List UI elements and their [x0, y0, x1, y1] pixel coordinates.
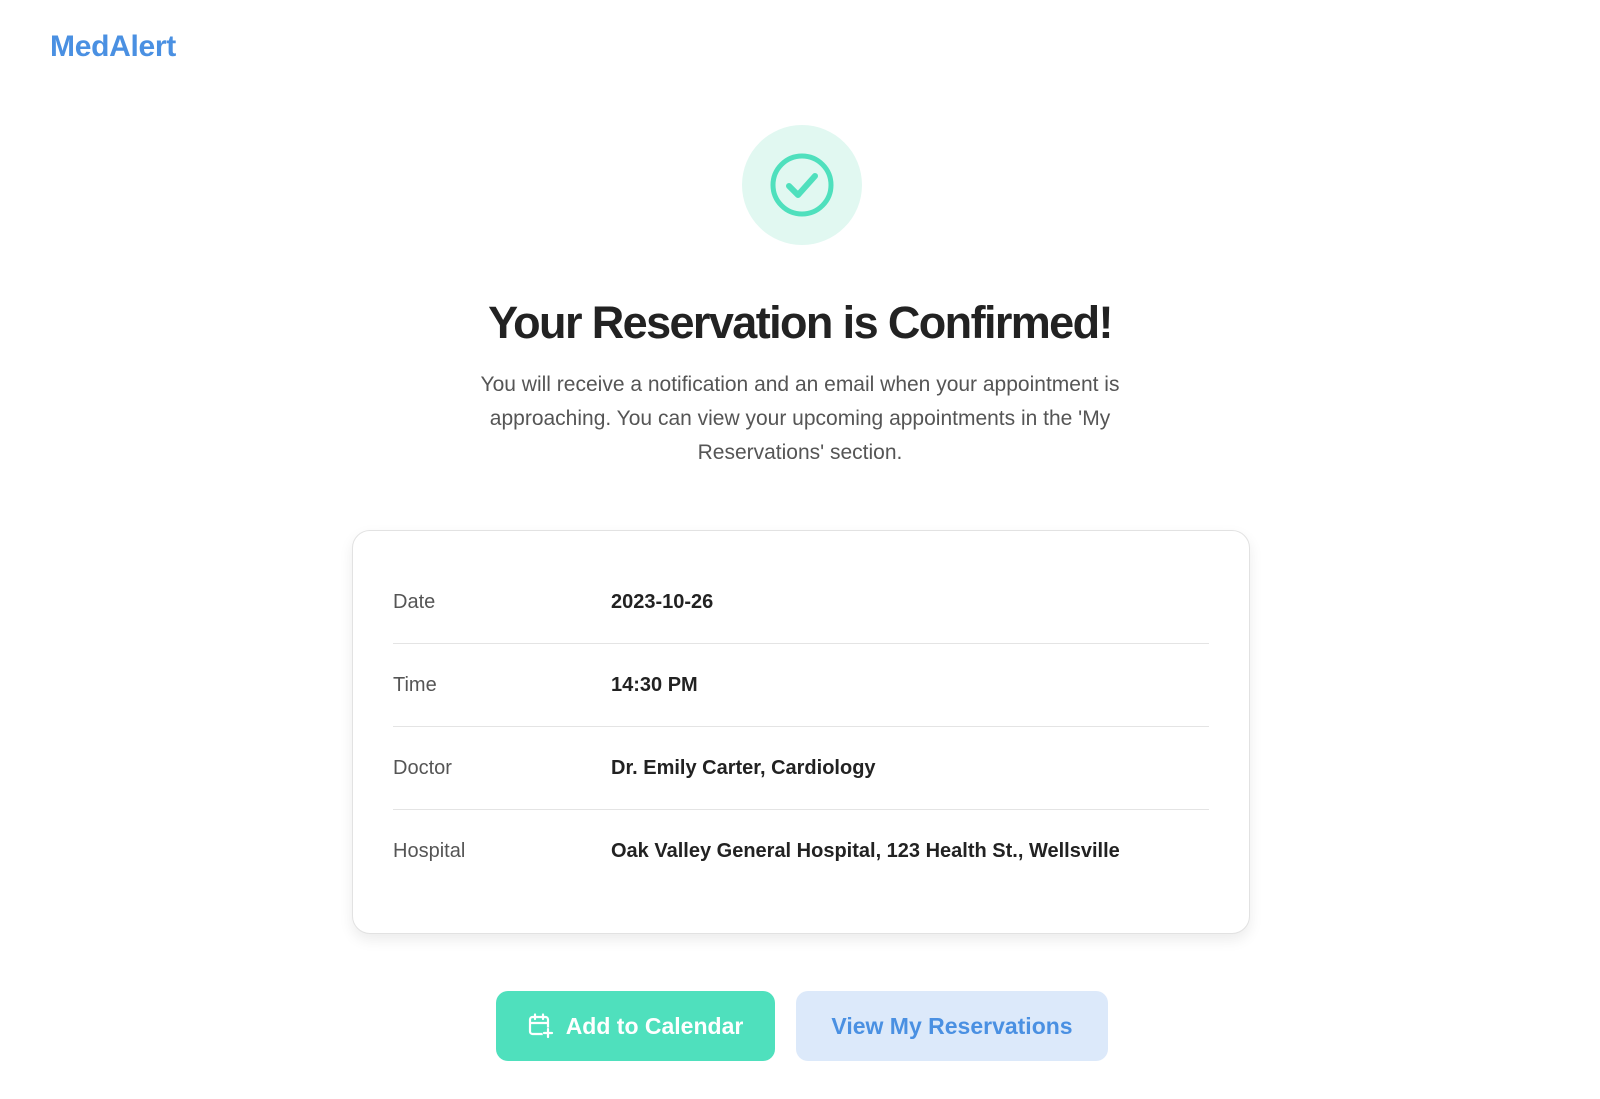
view-my-reservations-label: View My Reservations	[831, 1012, 1073, 1039]
view-my-reservations-button[interactable]: View My Reservations	[796, 991, 1108, 1061]
detail-label: Hospital	[393, 839, 466, 862]
reservation-details-card: Date 2023-10-26 Time 14:30 PM Doctor Dr.…	[352, 530, 1250, 934]
detail-label: Date	[393, 590, 436, 613]
check-circle-icon	[770, 153, 834, 217]
detail-row-date: Date 2023-10-26	[393, 561, 1209, 644]
page: MedAlert Your Reservation is Confirmed! …	[0, 0, 1600, 1099]
detail-row-hospital: Hospital Oak Valley General Hospital, 12…	[393, 810, 1209, 892]
detail-value: 2023-10-26	[611, 590, 714, 613]
detail-label: Time	[393, 673, 437, 696]
detail-value: 14:30 PM	[611, 673, 698, 696]
page-title: Your Reservation is Confirmed!	[488, 297, 1113, 348]
detail-row-time: Time 14:30 PM	[393, 644, 1209, 727]
calendar-plus-icon	[528, 1013, 554, 1039]
detail-value: Dr. Emily Carter, Cardiology	[611, 756, 876, 779]
detail-row-doctor: Doctor Dr. Emily Carter, Cardiology	[393, 727, 1209, 810]
confirmation-message: You will receive a notification and an e…	[480, 373, 1120, 464]
add-to-calendar-button[interactable]: Add to Calendar	[496, 991, 775, 1061]
logo[interactable]: MedAlert	[50, 30, 176, 64]
success-badge	[742, 125, 862, 245]
detail-value: Oak Valley General Hospital, 123 Health …	[611, 839, 1120, 862]
detail-label: Doctor	[393, 756, 452, 779]
add-to-calendar-label: Add to Calendar	[565, 1012, 744, 1039]
